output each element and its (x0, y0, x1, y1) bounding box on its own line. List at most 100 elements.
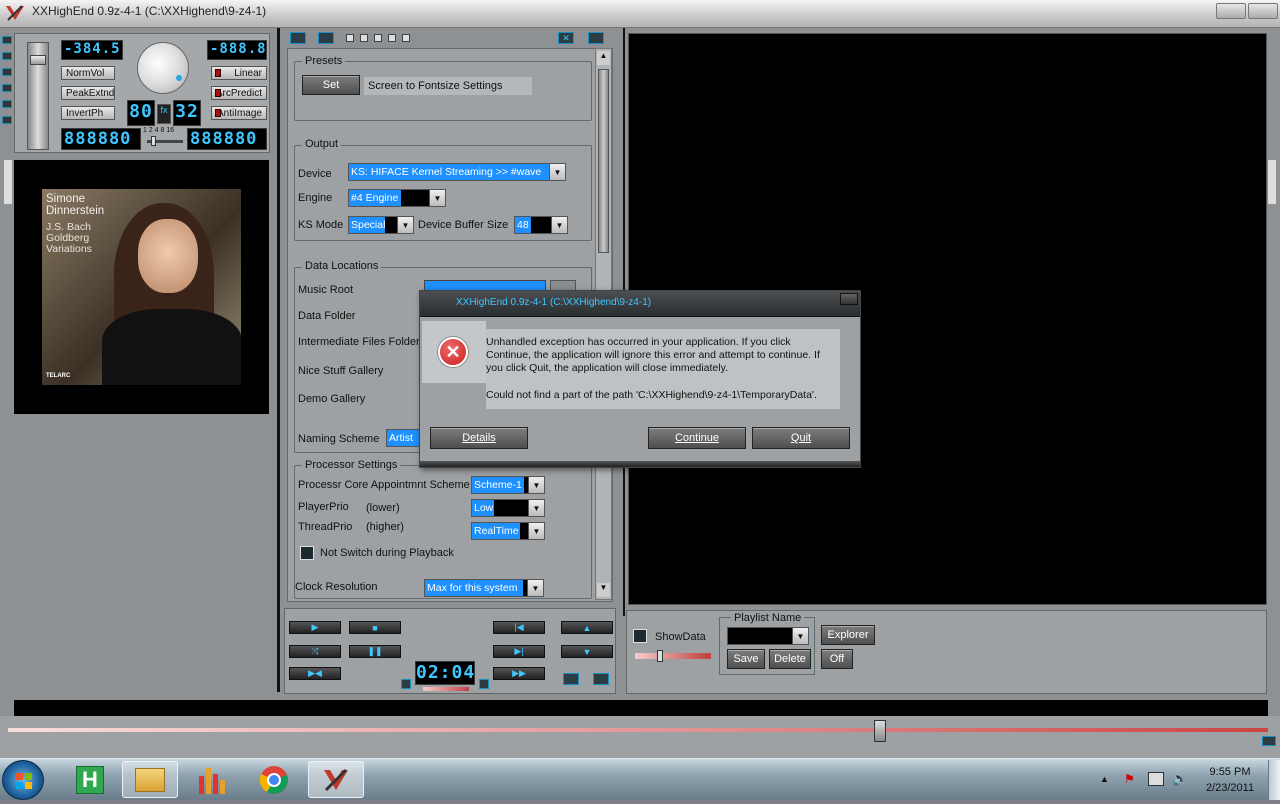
playlist-name-dropdown[interactable]: ▼ (727, 627, 809, 645)
time-bar[interactable] (423, 687, 469, 691)
device-dropdown[interactable]: KS: HIFACE Kernel Streaming >> #wave ▼ (348, 163, 566, 181)
save-button[interactable]: Save (727, 649, 765, 669)
transport-icon[interactable] (563, 673, 579, 685)
peakextnd-button[interactable]: PeakExtnd (61, 86, 115, 100)
threadprio-hint: (higher) (366, 521, 404, 533)
threadprio-dropdown[interactable]: RealTime ▼ (471, 522, 545, 540)
chevron-down-icon: ▼ (549, 164, 565, 180)
xxhighend-taskbar-icon[interactable] (308, 761, 364, 798)
clock-label: Clock Resolution (295, 581, 378, 593)
play-button[interactable]: ▶ (289, 621, 341, 634)
up-button[interactable]: ▲ (561, 621, 613, 634)
quit-button[interactable]: Quit (752, 427, 850, 449)
toolbar-dot[interactable] (360, 34, 368, 42)
previous-button[interactable]: |◀ (493, 621, 545, 634)
data-folder-label: Data Folder (298, 310, 356, 322)
continue-button[interactable]: Continue (648, 427, 746, 449)
scroll-thumb[interactable] (598, 69, 609, 253)
volume-knob[interactable] (137, 42, 189, 94)
toolbar-dot[interactable] (374, 34, 382, 42)
side-button[interactable] (2, 100, 12, 108)
dialog-close-button[interactable] (840, 293, 858, 305)
xxhighend-h-icon[interactable]: H (62, 761, 118, 798)
details-button[interactable]: Details (430, 427, 528, 449)
position-thumb[interactable] (874, 720, 886, 742)
fast-forward-button[interactable]: ▶▶ (493, 667, 545, 680)
close-button[interactable] (1248, 3, 1278, 19)
explorer-label: Explorer (827, 629, 869, 641)
chevron-down-icon: ▼ (528, 523, 544, 539)
down-button[interactable]: ▼ (561, 645, 613, 658)
right-edge-handle[interactable] (1268, 160, 1276, 204)
explorer-button[interactable]: Explorer (821, 625, 875, 645)
position-track[interactable] (8, 728, 1268, 732)
equalizer-icon[interactable] (184, 761, 240, 798)
scroll-down-icon[interactable]: ▼ (597, 583, 610, 597)
time-plus-button[interactable] (479, 679, 489, 689)
arcpredict-button[interactable]: ArcPredict (211, 86, 267, 100)
close-settings-icon[interactable]: ✕ (558, 32, 574, 44)
side-button[interactable] (2, 36, 12, 44)
side-button[interactable] (2, 84, 12, 92)
set-label: Set (322, 79, 340, 91)
network-icon[interactable] (1148, 772, 1164, 786)
action-center-flag-icon[interactable]: ⚑ (1124, 772, 1138, 786)
invertph-button[interactable]: InvertPh (61, 106, 115, 120)
set-button[interactable]: Set (302, 75, 360, 95)
toolbar-dot[interactable] (402, 34, 410, 42)
volume-slider-thumb[interactable] (30, 55, 46, 65)
ksmode-dropdown[interactable]: Special ▼ (348, 216, 414, 234)
explorer-icon[interactable] (122, 761, 178, 798)
clock-date[interactable]: 2/23/2011 (1200, 782, 1260, 794)
core-dropdown[interactable]: Scheme-1 ▼ (471, 476, 545, 494)
delete-button[interactable]: Delete (769, 649, 811, 669)
toolbar-icon[interactable] (588, 32, 604, 44)
volume-slider-track[interactable] (27, 42, 49, 150)
show-hidden-icons[interactable]: ▲ (1100, 774, 1109, 784)
player-control-panel: -384.5 -888.8 NormVol PeakExtnd InvertPh… (14, 33, 270, 153)
invertph-label: InvertPh (66, 107, 104, 119)
start-button[interactable] (2, 760, 44, 800)
loop-button[interactable]: ▶◀ (289, 667, 341, 680)
chevron-down-icon: ▼ (528, 500, 544, 516)
side-button-strip (2, 36, 12, 146)
shuffle-button[interactable]: ⤨ (289, 645, 341, 658)
volume-icon[interactable]: 🔈 (1172, 771, 1188, 787)
toolbar-dot[interactable] (388, 34, 396, 42)
naming-scheme-dropdown[interactable]: Artist (386, 429, 422, 447)
left-edge-handle[interactable] (4, 160, 12, 204)
clock-dropdown[interactable]: Max for this system ▼ (424, 579, 544, 597)
app-icon[interactable] (4, 2, 26, 24)
album-art[interactable]: Simone Dinnerstein J.S. Bach Goldberg Va… (42, 189, 241, 385)
normvol-button[interactable]: NormVol (61, 66, 115, 80)
buffer-dropdown[interactable]: 48 ▼ (514, 216, 568, 234)
clock-time[interactable]: 9:55 PM (1200, 766, 1260, 778)
next-button[interactable]: ▶| (493, 645, 545, 658)
position-icon[interactable] (1262, 736, 1276, 746)
toolbar-icon[interactable] (290, 32, 306, 44)
scroll-up-icon[interactable]: ▲ (597, 51, 610, 65)
pause-button[interactable]: ❚❚ (349, 645, 401, 658)
side-button[interactable] (2, 68, 12, 76)
not-switch-checkbox[interactable] (300, 546, 314, 560)
stop-button[interactable]: ■ (349, 621, 401, 634)
engine-dropdown[interactable]: #4 Engine ▼ (348, 189, 446, 207)
show-desktop-button[interactable] (1268, 760, 1280, 800)
time-minus-button[interactable] (401, 679, 411, 689)
minimize-button[interactable] (1216, 3, 1246, 19)
chrome-icon[interactable] (246, 761, 302, 798)
playlist-slider[interactable] (635, 650, 711, 662)
side-button[interactable] (2, 52, 12, 60)
engine-value: #4 Engine (349, 190, 401, 206)
linear-button[interactable]: Linear (211, 66, 267, 80)
transport-icon[interactable] (593, 673, 609, 685)
fx-indicator[interactable]: fx (157, 104, 171, 124)
showdata-checkbox[interactable] (633, 629, 647, 643)
toolbar-icon[interactable] (318, 32, 334, 44)
antiimage-button[interactable]: AntiImage (211, 106, 267, 120)
scale-slider[interactable] (147, 136, 183, 146)
toolbar-dot[interactable] (346, 34, 354, 42)
off-button[interactable]: Off (821, 649, 853, 669)
playerprio-dropdown[interactable]: Low ▼ (471, 499, 545, 517)
side-button[interactable] (2, 116, 12, 124)
